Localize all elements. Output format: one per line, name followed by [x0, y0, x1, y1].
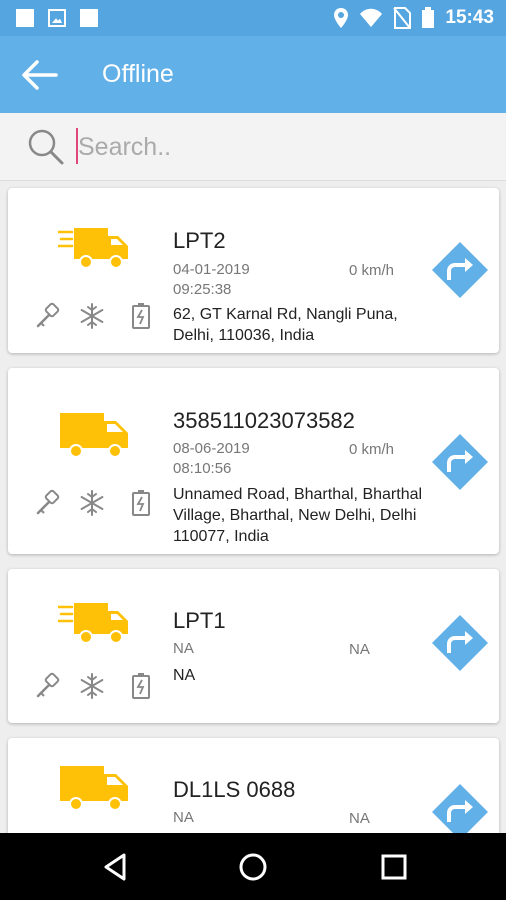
speed: 0 km/h	[349, 262, 395, 279]
home-circle-icon[interactable]	[235, 849, 271, 885]
last-update-date: 04-01-2019	[173, 261, 250, 278]
ignition-key-icon	[36, 489, 60, 515]
status-bar: 15:43	[0, 0, 506, 36]
address: 62, GT Karnal Rd, Nangli Puna, Delhi, 11…	[173, 306, 398, 344]
vehicle-list: LPT2 04-01-2019 09:25:38 0 km/h 62, GT K…	[0, 181, 506, 833]
navigate-icon[interactable]	[430, 432, 490, 492]
wifi-icon	[360, 8, 383, 27]
system-nav-bar	[0, 833, 506, 900]
notification-square-icon	[80, 9, 98, 27]
last-update-date: 08-06-2019	[173, 440, 250, 457]
vehicle-name: LPT2	[173, 228, 226, 253]
address: NA	[173, 667, 196, 684]
vehicle-name: DL1LS 0688	[173, 777, 296, 802]
vehicle-card[interactable]: LPT2 04-01-2019 09:25:38 0 km/h 62, GT K…	[8, 188, 499, 353]
device-status-icons	[32, 301, 152, 331]
location-icon	[334, 8, 349, 28]
speed: NA	[349, 810, 370, 827]
battery-icon	[422, 7, 435, 28]
battery-charging-icon	[132, 673, 150, 699]
search-input[interactable]	[78, 131, 478, 163]
snowflake-icon	[80, 673, 104, 699]
device-status-icons	[32, 671, 152, 701]
moving-truck-icon	[58, 228, 128, 269]
address: Unnamed Road, Bharthal, Bharthal Village…	[173, 486, 423, 545]
device-status-icons	[32, 488, 152, 518]
no-sim-icon	[393, 7, 412, 29]
vehicle-card[interactable]: DL1LS 0688 NA NA	[8, 738, 499, 833]
moving-truck-icon	[58, 603, 128, 644]
arrow-left-icon[interactable]	[20, 58, 60, 92]
truck-icon	[60, 413, 128, 458]
notification-square-icon	[16, 9, 34, 27]
truck-icon	[60, 766, 128, 811]
navigate-icon[interactable]	[430, 782, 490, 833]
ignition-key-icon	[36, 302, 60, 328]
snowflake-icon	[80, 303, 104, 329]
vehicle-card[interactable]: LPT1 NA NA NA	[8, 569, 499, 723]
last-update-date: NA	[173, 809, 194, 826]
clock: 15:43	[445, 7, 494, 28]
search-icon	[28, 129, 64, 165]
navigate-icon[interactable]	[430, 240, 490, 300]
recents-square-icon[interactable]	[376, 849, 412, 885]
ignition-key-icon	[36, 672, 60, 698]
last-update-time: 08:10:56	[173, 460, 232, 477]
back-triangle-icon[interactable]	[98, 849, 134, 885]
page-title: Offline	[102, 60, 174, 88]
battery-charging-icon	[132, 490, 150, 516]
vehicle-name: 358511023073582	[173, 408, 355, 433]
last-update-date: NA	[173, 640, 194, 657]
image-icon	[48, 9, 66, 27]
battery-charging-icon	[132, 303, 150, 329]
navigate-icon[interactable]	[430, 613, 490, 673]
vehicle-card[interactable]: 358511023073582 08-06-2019 08:10:56 0 km…	[8, 368, 499, 554]
speed: 0 km/h	[349, 441, 395, 458]
last-update-time: 09:25:38	[173, 281, 232, 298]
speed: NA	[349, 641, 370, 658]
app-bar: Offline	[0, 36, 506, 113]
snowflake-icon	[80, 490, 104, 516]
vehicle-name: LPT1	[173, 608, 226, 633]
